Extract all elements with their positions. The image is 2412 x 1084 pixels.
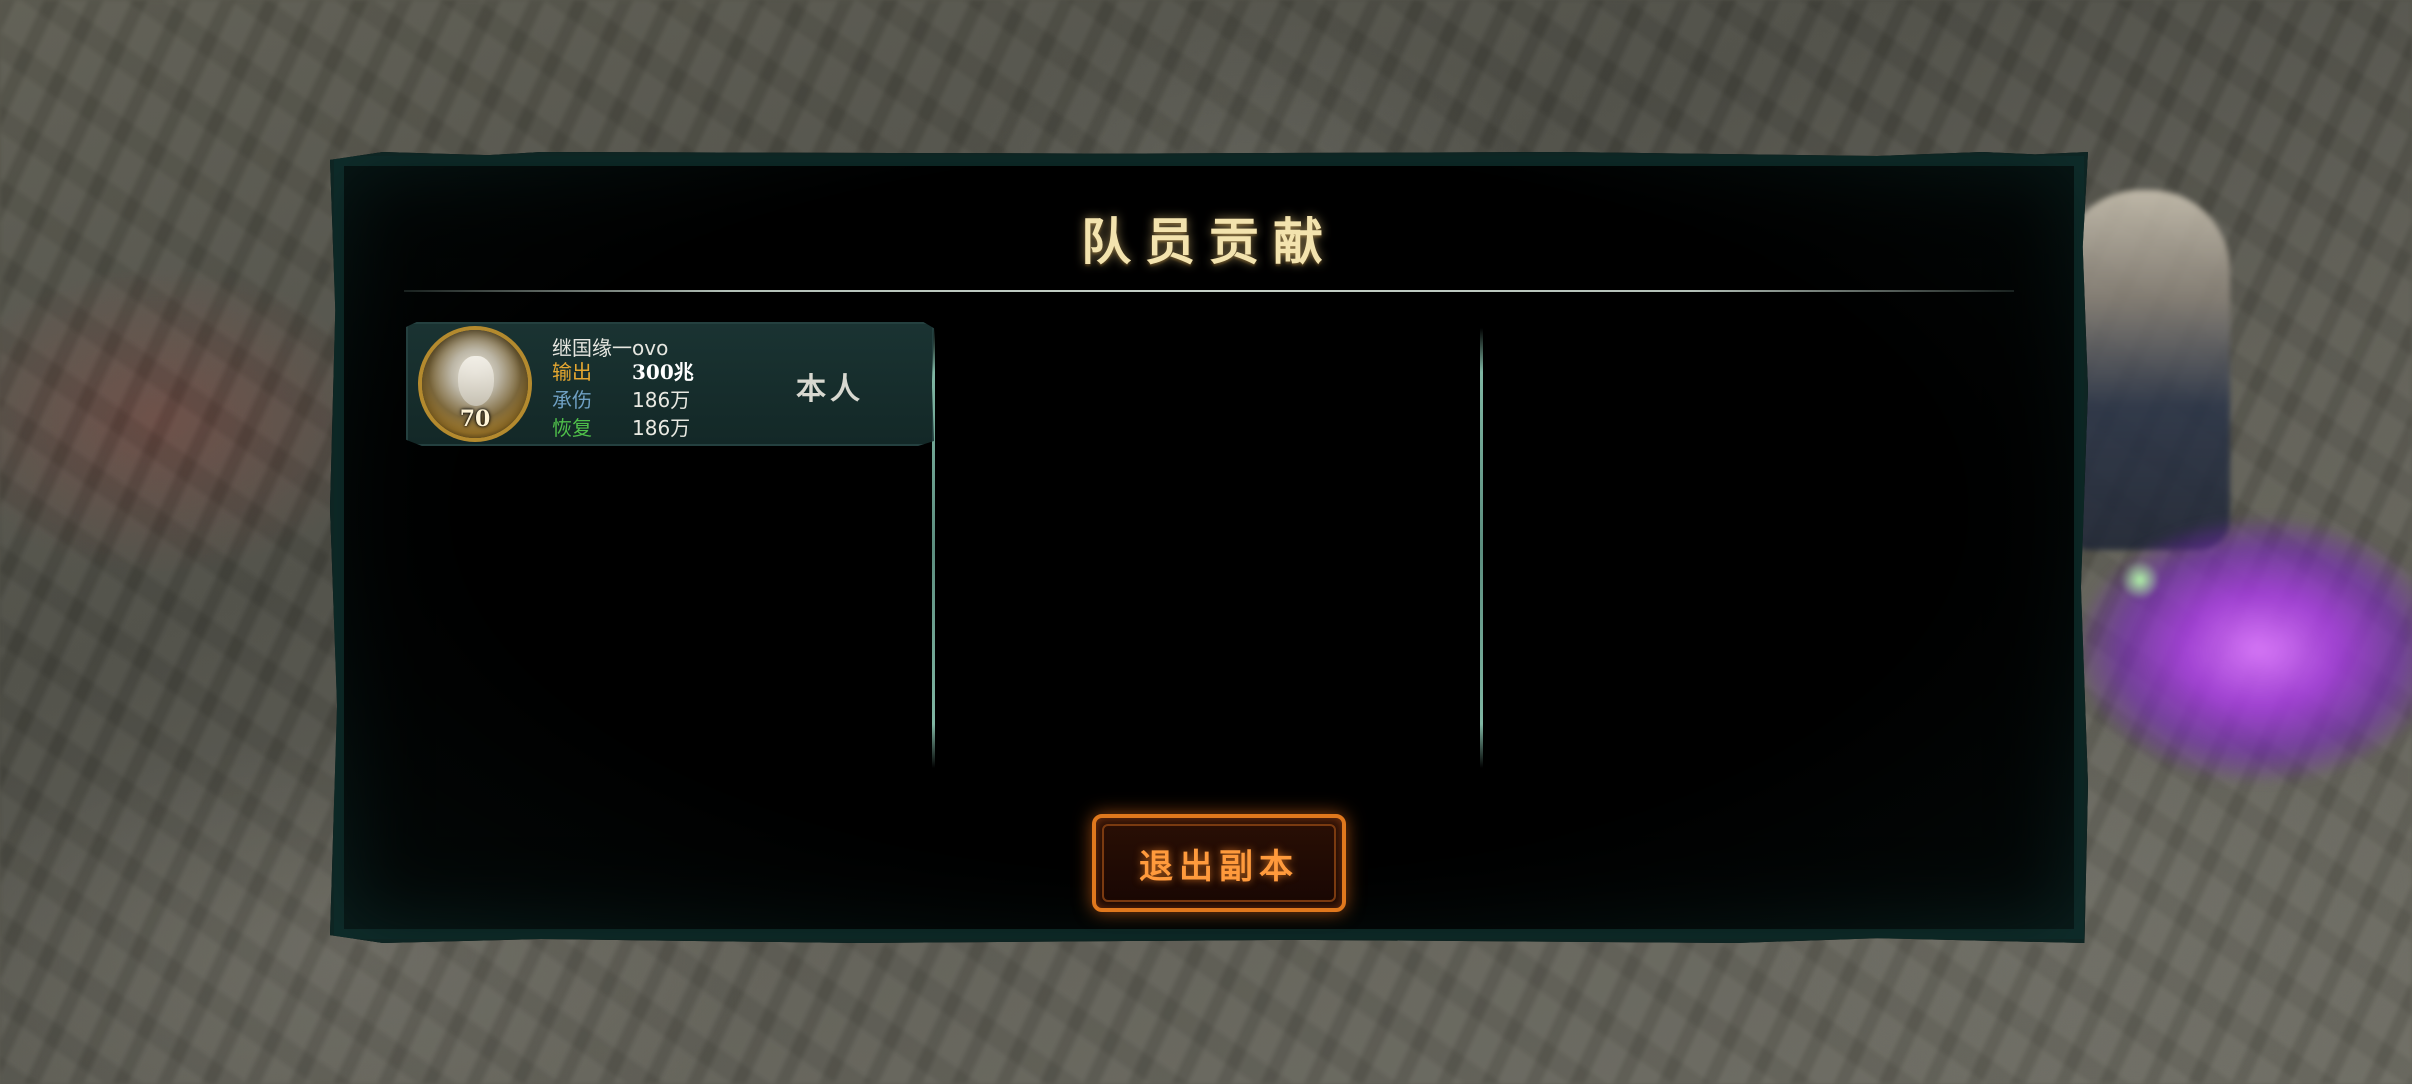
- stat-value-damage-taken: 186万: [632, 388, 691, 412]
- stat-row-healing: 恢复 186万: [552, 415, 690, 441]
- column-divider-right: [1480, 328, 1483, 768]
- column-divider-left: [932, 328, 935, 768]
- stat-value-output: 300兆: [632, 360, 694, 384]
- dialog-title: 队员贡献: [1081, 212, 1337, 271]
- portrait-face: [458, 356, 494, 406]
- team-contribution-dialog: 队员贡献 70 继国缘一ovo 输出 300兆 承伤 186万 恢复 186万 本人 …: [330, 152, 2088, 943]
- background-glow-effect: [2120, 560, 2160, 600]
- exit-dungeon-button[interactable]: 退出副本: [1092, 814, 1346, 912]
- stat-label-healing: 恢复: [552, 416, 592, 440]
- stat-label-damage-taken: 承伤: [552, 388, 592, 412]
- self-tag: 本人: [796, 372, 864, 407]
- stat-value-healing: 186万: [632, 416, 691, 440]
- title-divider: [404, 290, 2014, 292]
- stat-row-output: 输出 300兆: [552, 359, 694, 385]
- dialog-body: 队员贡献 70 继国缘一ovo 输出 300兆 承伤 186万 恢复 186万 本人 …: [344, 166, 2074, 929]
- member-name: 继国缘一ovo: [552, 336, 669, 360]
- member-card[interactable]: 70 继国缘一ovo 输出 300兆 承伤 186万 恢复 186万 本人: [406, 322, 934, 446]
- stat-row-damage-taken: 承伤 186万: [552, 387, 690, 413]
- player-portrait-icon: 70: [422, 330, 528, 438]
- stat-label-output: 输出: [552, 360, 592, 384]
- player-level: 70: [459, 406, 491, 432]
- exit-dungeon-label: 退出副本: [1139, 846, 1299, 887]
